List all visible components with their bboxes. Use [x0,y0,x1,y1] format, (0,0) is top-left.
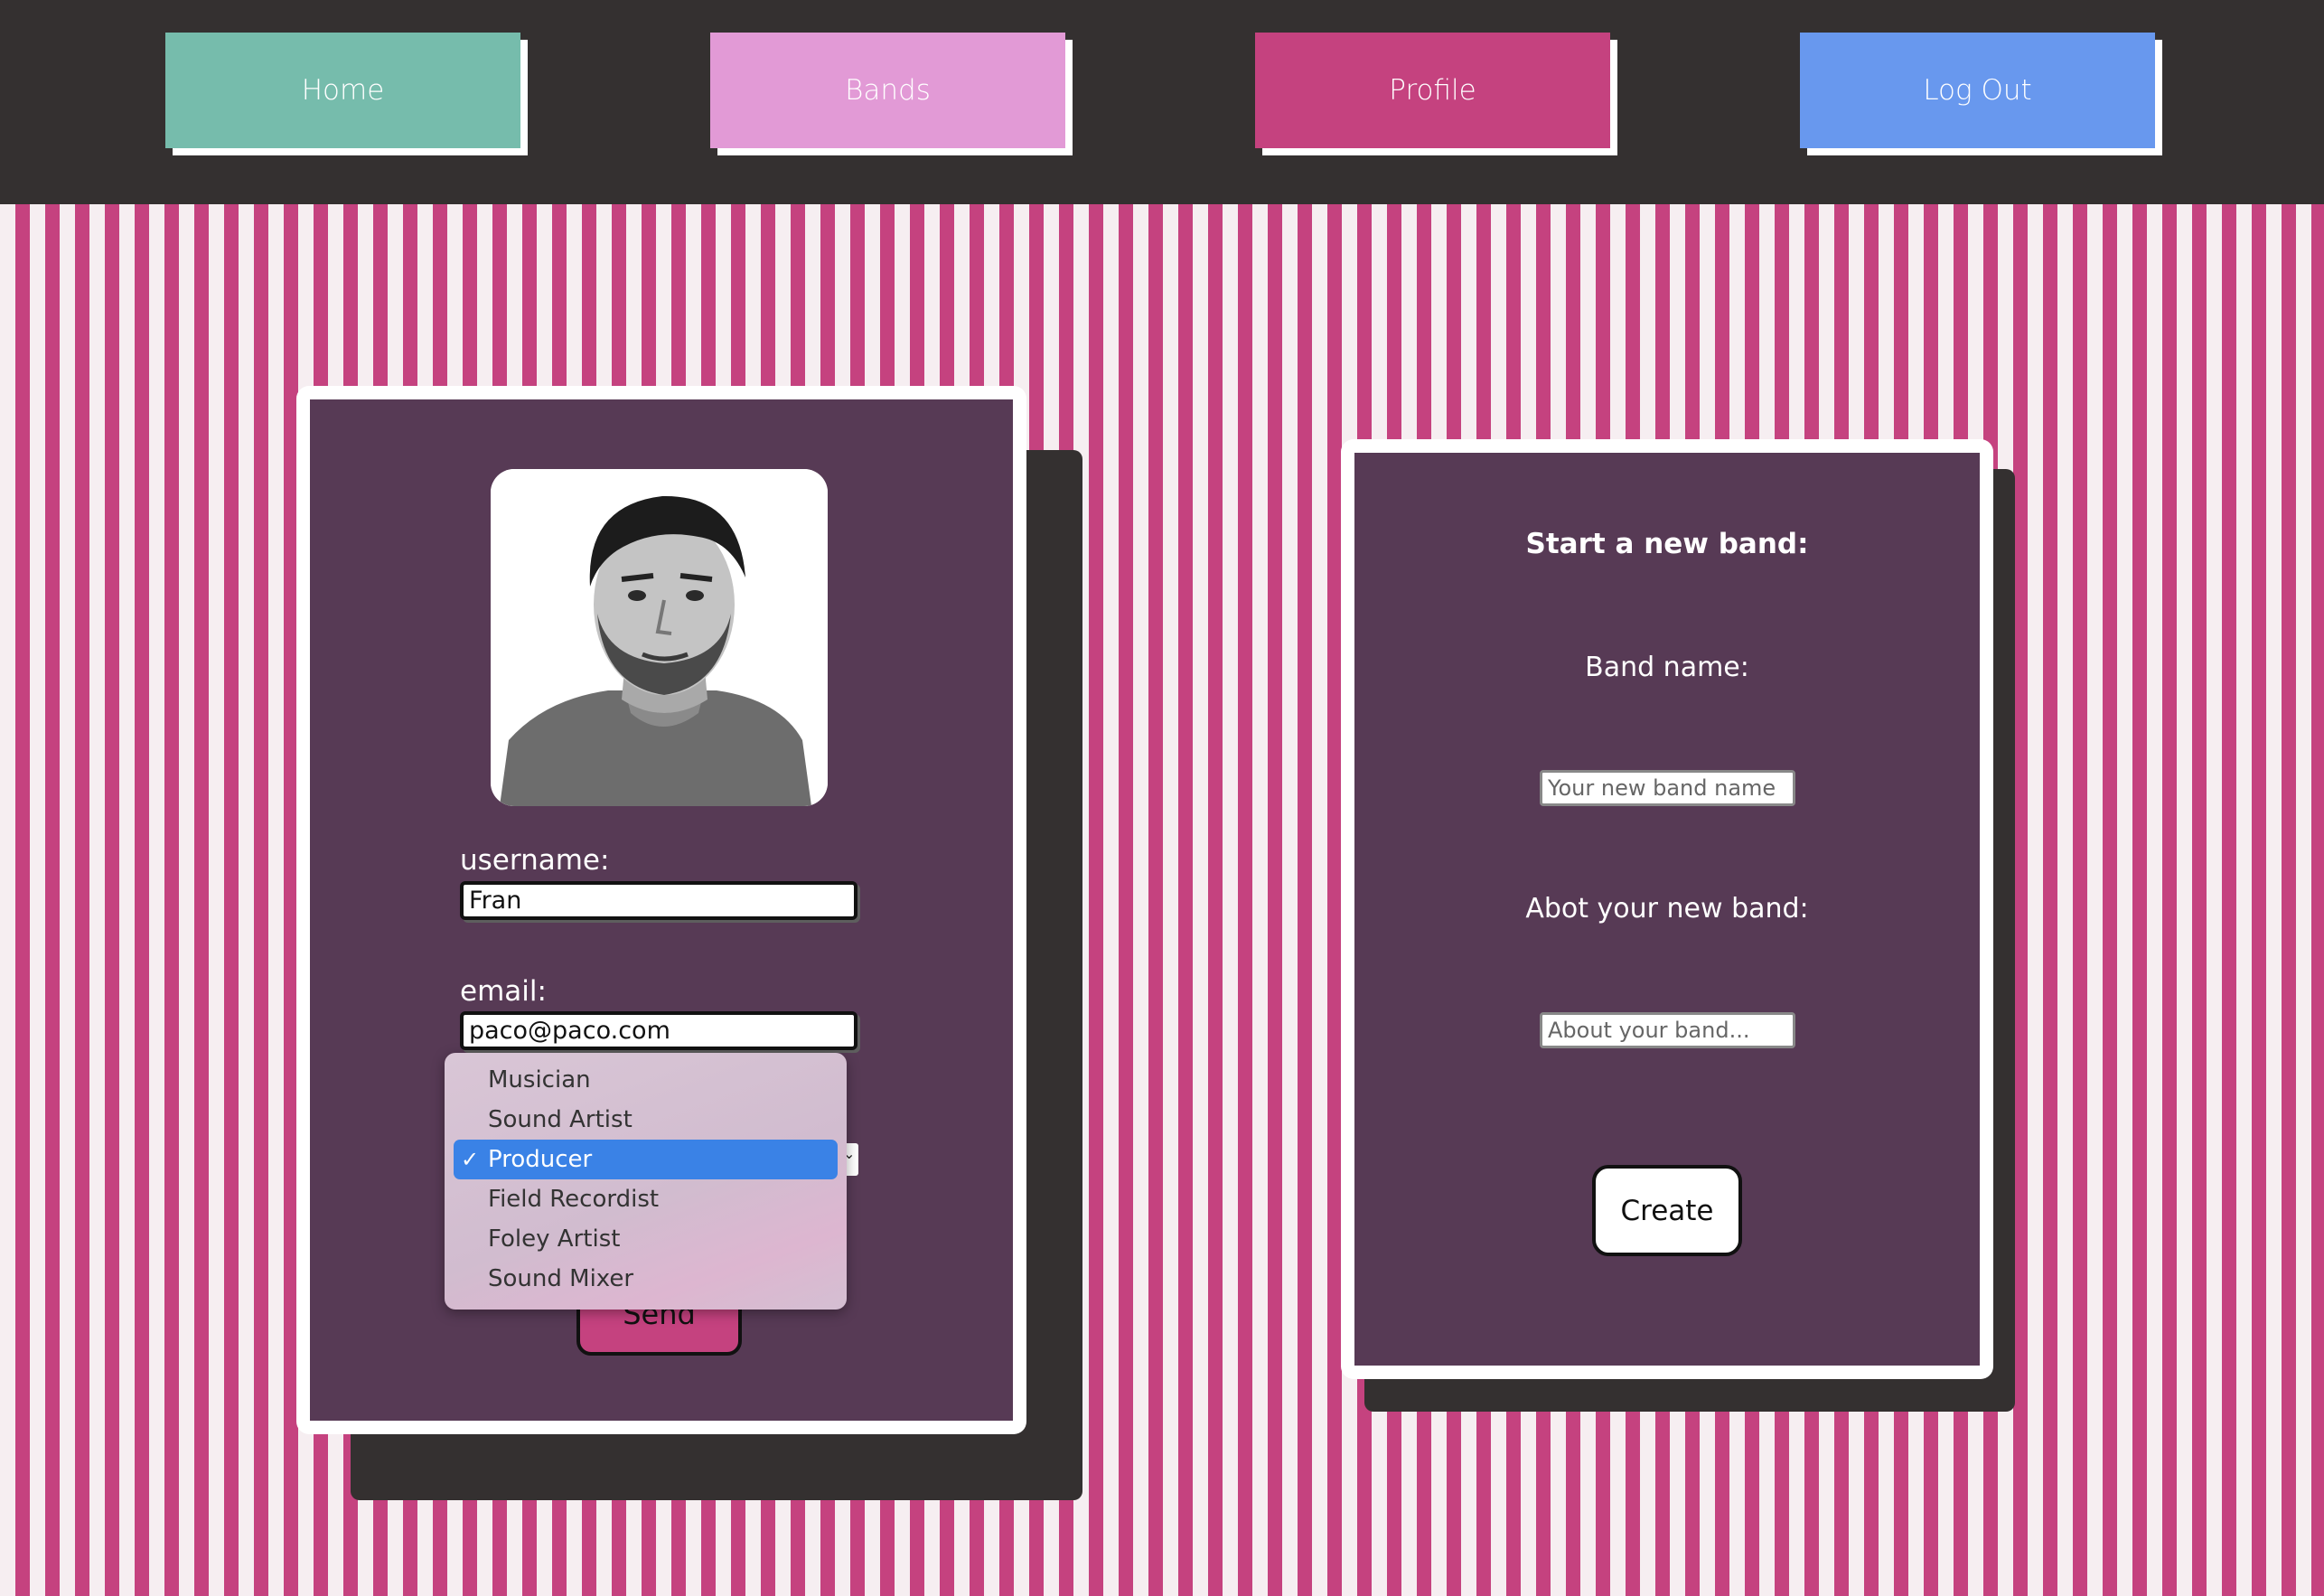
email-field[interactable]: paco@paco.com [460,1011,857,1050]
band-about-input[interactable]: About your band... [1540,1012,1795,1048]
band-about-label: Abot your new band: [1525,893,1809,925]
email-label: email: [460,975,547,1008]
username-label: username: [460,844,610,877]
band-name-label: Band name: [1585,652,1749,683]
role-option-sound-mixer[interactable]: Sound Mixer [454,1259,838,1299]
role-option-field-recordist[interactable]: Field Recordist [454,1179,838,1219]
create-button[interactable]: Create [1592,1165,1742,1256]
avatar [491,469,828,806]
top-nav-bar: Home Bands Profile Log Out [0,0,2324,204]
band-card-title: Start a new band: [1525,528,1809,560]
checkmark-icon: ✓ [461,1147,480,1172]
username-field[interactable]: Fran [460,881,857,920]
nav-logout-button[interactable]: Log Out [1800,33,2155,148]
role-option-label: Producer [488,1146,593,1173]
role-option-musician[interactable]: Musician [454,1060,838,1100]
role-option-sound-artist[interactable]: Sound Artist [454,1100,838,1140]
nav-home-button[interactable]: Home [165,33,520,148]
nav-profile-button[interactable]: Profile [1255,33,1610,148]
role-option-producer[interactable]: ✓ Producer [454,1140,838,1179]
person-photo-icon [491,469,828,806]
role-option-foley-artist[interactable]: Foley Artist [454,1219,838,1259]
nav-bands-button[interactable]: Bands [710,33,1065,148]
role-dropdown-menu: Musician Sound Artist ✓ Producer Field R… [445,1053,847,1310]
band-name-input[interactable]: Your new band name [1540,770,1795,806]
